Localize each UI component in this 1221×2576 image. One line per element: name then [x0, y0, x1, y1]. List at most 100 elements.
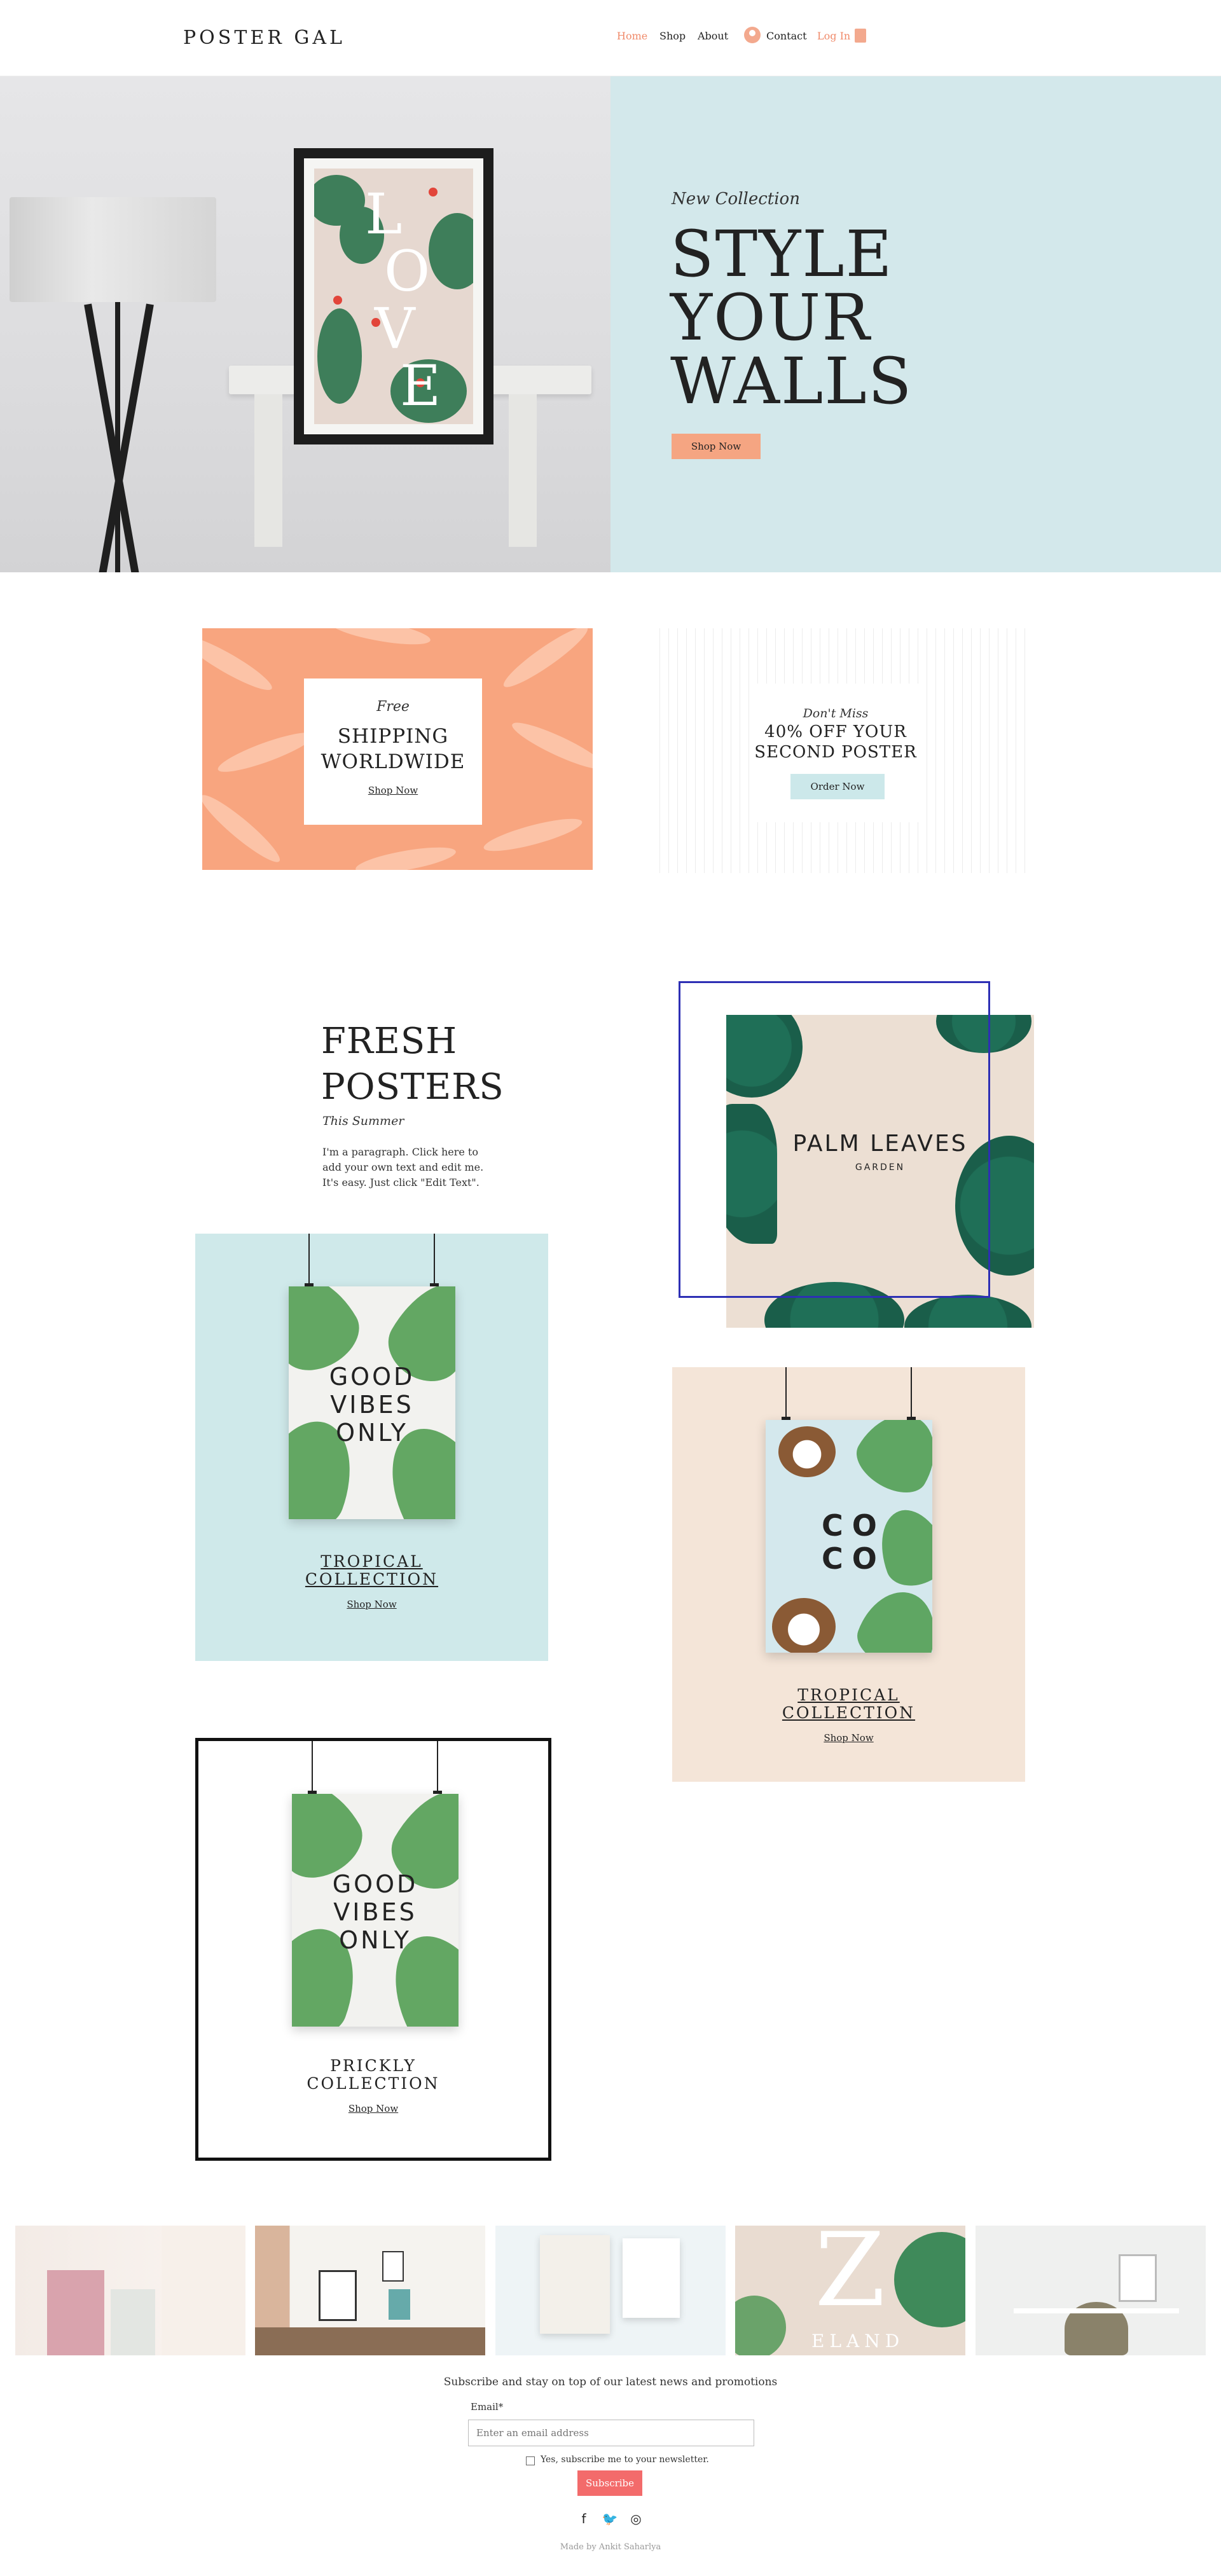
instagram-icon[interactable]: ◎: [628, 2511, 644, 2527]
login-link[interactable]: Log In: [817, 30, 850, 42]
lamp-shade: [10, 197, 216, 302]
hero-kicker: New Collection: [672, 189, 800, 209]
gallery-poster-shape: [1119, 2254, 1157, 2302]
fresh-title-line: FRESH: [321, 1021, 458, 1062]
promo-shop-now-link[interactable]: Shop Now: [304, 785, 482, 796]
poster-text: GOOD VIBES ONLY: [289, 1363, 455, 1447]
promo-title-line: SHIPPING: [337, 725, 449, 748]
gallery-poster-shape: [111, 2289, 155, 2355]
fresh-posters-title: FRESH POSTERS: [321, 1019, 504, 1110]
leaf-shape: [508, 715, 593, 776]
hanging-wire: [911, 1367, 912, 1419]
collection-shop-now-link[interactable]: Shop Now: [198, 2103, 548, 2114]
gallery-leaf-shape: [735, 2296, 786, 2355]
discount-card: Don't Miss 40% OFF YOUR SECOND POSTER: [750, 684, 921, 822]
good-vibes-poster: GOOD VIBES ONLY: [289, 1286, 455, 1519]
poster-text: GOOD VIBES ONLY: [292, 1870, 459, 1954]
hanging-wire: [437, 1741, 438, 1793]
nav-about[interactable]: About: [698, 30, 728, 42]
collection-title-line: COLLECTION: [782, 1704, 916, 1722]
nav-contact[interactable]: Contact: [766, 30, 807, 42]
poster-letter: E: [400, 353, 441, 418]
poster-letter: V: [375, 296, 415, 361]
gallery-table-shape: [255, 2327, 485, 2355]
collection-shop-now-link[interactable]: Shop Now: [672, 1732, 1025, 1744]
footer-credit: Made by Ankit Saharlya: [560, 2542, 661, 2552]
subscribe-button[interactable]: Subscribe: [577, 2470, 642, 2496]
site-logo[interactable]: POSTER GAL: [183, 27, 345, 49]
collection-title[interactable]: TROPICAL COLLECTION: [195, 1553, 548, 1588]
leaf-shape: [354, 842, 458, 870]
leaf-shape: [328, 628, 432, 650]
cactus-shape: [317, 308, 362, 404]
leaf-shape: [214, 726, 317, 779]
poster-letter: L: [365, 181, 403, 247]
fresh-paragraph: I'm a paragraph. Click here to add your …: [322, 1146, 484, 1188]
free-shipping-card: Free SHIPPING WORLDWIDE Shop Now: [304, 678, 482, 825]
selection-outline: [679, 981, 990, 1298]
leaf-shape: [202, 789, 286, 869]
poster-line: CO: [822, 1541, 886, 1576]
gallery-leaf-shape: [894, 2232, 965, 2327]
gallery-poster-shape: [623, 2238, 680, 2318]
poster-line: ONLY: [339, 1926, 411, 1954]
hanging-wire: [785, 1367, 787, 1419]
flower-shape: [333, 296, 342, 305]
gallery-letter: Z: [815, 2226, 886, 2329]
order-now-button[interactable]: Order Now: [790, 774, 885, 799]
hero-shop-now-button[interactable]: Shop Now: [672, 434, 761, 459]
nav-shop[interactable]: Shop: [659, 30, 686, 42]
collection-card[interactable]: CO CO TROPICAL COLLECTION Shop Now: [672, 1367, 1025, 1782]
promo-kicker: Don't Miss: [803, 706, 869, 720]
newsletter-consent-checkbox[interactable]: [526, 2456, 535, 2465]
shopping-bag-icon[interactable]: [855, 29, 866, 43]
gallery-image[interactable]: [976, 2226, 1206, 2355]
poster-line: GOOD: [329, 1363, 415, 1391]
love-poster-art: L O V E: [314, 169, 473, 424]
gallery-image[interactable]: [15, 2226, 245, 2355]
poster-letter: O: [384, 238, 431, 304]
collection-title-line: COLLECTION: [307, 2074, 440, 2093]
gallery-image[interactable]: Z ELAND: [735, 2226, 965, 2355]
hero-image: L O V E: [0, 76, 610, 572]
poster-line: VIBES: [330, 1391, 414, 1419]
twitter-icon[interactable]: 🐦: [602, 2511, 618, 2527]
poster-text: CO CO: [822, 1509, 886, 1575]
poster-line: VIBES: [333, 1898, 417, 1926]
gallery-image[interactable]: [495, 2226, 726, 2355]
fresh-kicker: This Summer: [322, 1114, 404, 1128]
gallery-wall-shape: [162, 2226, 245, 2355]
hanging-wire: [312, 1741, 313, 1793]
coco-poster: CO CO: [766, 1420, 932, 1653]
flower-shape: [429, 188, 438, 196]
collection-shop-now-link[interactable]: Shop Now: [195, 1599, 548, 1610]
email-input[interactable]: [468, 2420, 754, 2446]
poster-line: CO: [822, 1508, 886, 1543]
palm-leaf-shape: [850, 1581, 932, 1653]
lamp-leg: [115, 302, 120, 572]
leaf-shape: [202, 630, 277, 697]
consent-label: Yes, subscribe me to your newsletter.: [541, 2455, 709, 2465]
collection-title[interactable]: PRICKLY COLLECTION: [198, 2057, 548, 2093]
collection-title-line: PRICKLY: [330, 2056, 417, 2075]
cactus-shape: [429, 213, 473, 289]
promo-kicker: Free: [376, 699, 410, 715]
nav-home[interactable]: Home: [617, 30, 647, 42]
gallery-poster-shape: [47, 2270, 104, 2355]
hero-title-line: YOUR: [670, 280, 871, 355]
gallery-image[interactable]: [255, 2226, 485, 2355]
collection-title-line: TROPICAL: [321, 1552, 423, 1571]
facebook-icon[interactable]: f: [576, 2511, 592, 2527]
promo-title-line: SECOND POSTER: [754, 743, 917, 762]
collection-card[interactable]: GOOD VIBES ONLY PRICKLY COLLECTION Shop …: [195, 1738, 551, 2161]
promo-title-line: WORLDWIDE: [321, 750, 466, 773]
fresh-title-line: POSTERS: [321, 1066, 504, 1108]
collection-card[interactable]: GOOD VIBES ONLY TROPICAL COLLECTION Shop…: [195, 1234, 548, 1661]
gallery-poster-shape: [382, 2251, 404, 2282]
gallery-poster-shape: [319, 2270, 357, 2321]
collection-title-line: COLLECTION: [305, 1570, 439, 1588]
collection-title[interactable]: TROPICAL COLLECTION: [672, 1686, 1025, 1722]
gallery-word: ELAND: [811, 2331, 905, 2352]
hero-title-line: STYLE: [670, 217, 893, 291]
user-avatar-icon[interactable]: [744, 27, 761, 43]
